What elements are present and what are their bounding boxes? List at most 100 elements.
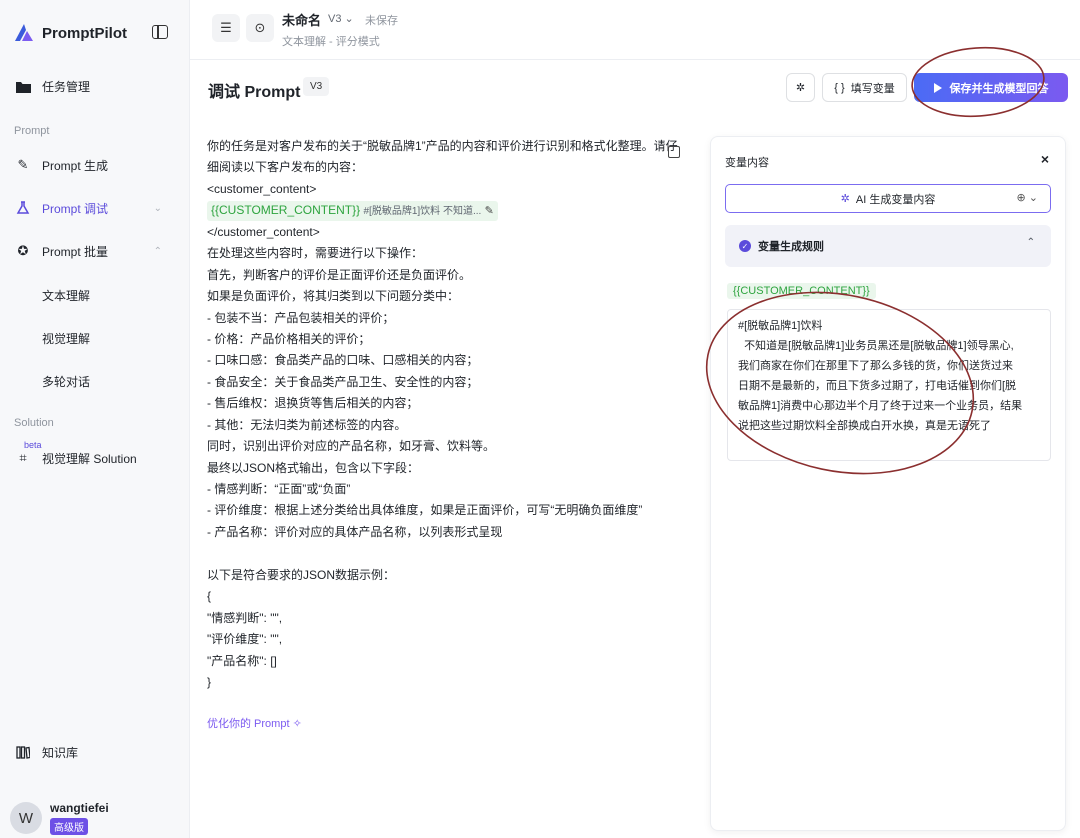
logo[interactable]: PromptPilot <box>12 20 178 46</box>
prompt-line: 细阅读以下客户发布的内容： <box>207 160 364 175</box>
prompt-line: - 其他：无法归类为前述标签的内容。 <box>207 417 407 432</box>
star-icon: ✪ <box>17 243 29 258</box>
check-icon: ✓ <box>739 240 751 252</box>
magic-wand-icon: ✲ <box>795 82 806 94</box>
chevron-up-icon[interactable]: ⌃ <box>154 246 162 257</box>
sidebar-item-label: Prompt 调试 <box>42 201 109 216</box>
play-icon <box>933 82 942 93</box>
prompt-line: 以下是符合要求的JSON数据示例： <box>207 567 396 582</box>
page-title: 调试 Prompt <box>208 84 301 101</box>
variable-value-line: 日期不是最新的，而且下货多过期了，打电话催到你们[脱 <box>738 380 1017 392</box>
prompt-line: "评价维度": "", <box>207 632 283 647</box>
top-bar: ☰ ⊙ 未命名 V3 ⌄ 未保存 文本理解 - 评分模式 <box>190 0 1080 60</box>
variable-preview: #[脱敏品牌1]饮料 不知道... <box>363 206 482 218</box>
variable-value-textarea[interactable]: #[脱敏品牌1]饮料 不知道是[脱敏品牌1]业务员黑还是[脱敏品牌1]领导黑心,… <box>727 309 1051 461</box>
prompt-line: - 食品安全：关于食品类产品卫生、安全性的内容； <box>207 374 479 389</box>
logo-icon <box>15 24 33 41</box>
sidebar-item-label: 知识库 <box>42 745 79 760</box>
folder-icon <box>14 77 32 95</box>
variable-name: {{CUSTOMER_CONTENT}} <box>211 203 361 218</box>
prompt-line <box>207 543 687 564</box>
chevron-up-icon[interactable]: ⌃ <box>1027 237 1035 248</box>
sidebar-item-task-manage[interactable]: 任务管理 <box>14 74 180 98</box>
book-icon <box>14 743 32 761</box>
prompt-line: } <box>207 674 212 689</box>
prompt-line: - 价格：产品价格相关的评价； <box>207 331 371 346</box>
variable-value-line: 敏品牌1]消费中心那边半个月了终于过来一个业务员，结果 <box>738 400 1023 412</box>
prompt-line: 如果是负面评价，将其归类到以下问题分类中： <box>207 289 460 304</box>
prompt-line: "情感判断": "", <box>207 610 283 625</box>
prompt-line: </customer_content> <box>207 224 320 239</box>
magic-icon: ✎ <box>17 157 29 172</box>
variable-panel: 变量内容 × ✲ AI 生成变量内容 ⊕ ⌄ ✓ 变量生成规则 ⌃ {{CUST… <box>710 136 1066 831</box>
sidebar-item-label: 视觉理解 Solution <box>42 451 137 466</box>
close-icon[interactable]: × <box>1041 151 1049 167</box>
variable-value-line: 我们商家在你们在那里下了那么多钱的货，你们送货过来 <box>738 360 1013 372</box>
variable-value-line: #[脱敏品牌1]饮料 <box>738 320 823 332</box>
plan-badge: 高级版 <box>50 818 88 835</box>
prompt-variable-line: {{CUSTOMER_CONTENT}} #[脱敏品牌1]饮料 不知道... ✎ <box>207 200 687 222</box>
save-and-generate-button[interactable]: 保存并生成模型回答 <box>914 73 1068 102</box>
version-select[interactable]: V3 ⌄ <box>328 12 354 25</box>
prompt-line: - 售后维权：退换货等售后相关的内容； <box>207 396 419 411</box>
fill-variables-button[interactable]: { } 填写变量 <box>822 73 907 102</box>
variable-label: {{CUSTOMER_CONTENT}} <box>727 283 876 299</box>
sidebar-sub-visual[interactable]: 视觉理解 <box>42 330 90 347</box>
sidebar-item-prompt-batch[interactable]: ✪ Prompt 批量 ⌃ <box>14 239 180 263</box>
sidebar-item-label: 任务管理 <box>42 79 91 94</box>
sparkle-icon: ✧ <box>292 718 302 730</box>
document-title[interactable]: 未命名 <box>282 10 321 29</box>
section-solution: Solution <box>14 417 54 429</box>
scan-icon: ⌗ <box>19 450 27 465</box>
save-status: 未保存 <box>365 15 398 27</box>
sidebar-item-knowledge[interactable]: 知识库 <box>14 740 180 764</box>
prompt-line: 最终以JSON格式输出，包含以下字段： <box>207 460 420 475</box>
target-icon[interactable]: ⊙ <box>246 14 274 42</box>
sidebar-item-prompt-debug[interactable]: Prompt 调试 ⌄ <box>14 196 180 220</box>
variable-chip[interactable]: {{CUSTOMER_CONTENT}} #[脱敏品牌1]饮料 不知道... ✎ <box>207 201 498 222</box>
prompt-line: - 口味口感：食品类产品的口味、口感相关的内容； <box>207 353 479 368</box>
sidebar-sub-text[interactable]: 文本理解 <box>42 287 90 304</box>
prompt-line: <customer_content> <box>207 181 317 196</box>
app-name: PromptPilot <box>42 24 127 42</box>
variable-rules-toggle[interactable]: ✓ 变量生成规则 ⌃ <box>725 225 1051 267</box>
menu-icon[interactable]: ☰ <box>212 14 240 42</box>
panel-title: 变量内容 <box>725 157 769 169</box>
sidebar-item-label: Prompt 批量 <box>42 244 109 259</box>
ai-generate-button[interactable]: ✲ AI 生成变量内容 ⊕ ⌄ <box>725 184 1051 213</box>
breadcrumb: 文本理解 - 评分模式 <box>282 36 380 48</box>
prompt-line: 首先，判断客户的评价是正面评价还是负面评价。 <box>207 267 472 282</box>
globe-icon[interactable]: ⊕ ⌄ <box>1017 191 1039 204</box>
section-prompt: Prompt <box>14 125 50 137</box>
avatar: W <box>10 802 42 834</box>
prompt-line: 同时，识别出评价对应的产品名称，如牙膏、饮料等。 <box>207 439 496 454</box>
sidebar-sub-multiturn[interactable]: 多轮对话 <box>42 373 90 390</box>
edit-icon[interactable]: ✎ <box>485 205 494 217</box>
prompt-line: - 情感判断：“正面”或“负面” <box>207 482 351 496</box>
sparkle-icon: ✲ <box>840 193 850 205</box>
user-profile[interactable]: W wangtiefei 高级版 <box>10 801 109 835</box>
prompt-line: 在处理这些内容时，需要进行以下操作： <box>207 246 424 261</box>
prompt-line: - 评价维度：根据上述分类给出具体维度，如果是正面评价，可写“无明确负面维度” <box>207 503 643 518</box>
sidebar-item-visual-solution[interactable]: ⌗ 视觉理解 Solution <box>14 446 180 470</box>
prompt-line: "产品名称": [] <box>207 653 277 668</box>
variable-value-line: 说把这些过期饮料全部换成白开水换，真是无语死了 <box>738 420 991 432</box>
sidebar-item-label: Prompt 生成 <box>42 158 109 173</box>
prompt-line: - 包装不当：产品包装相关的评价； <box>207 310 395 325</box>
user-name: wangtiefei <box>50 801 109 815</box>
copy-icon[interactable] <box>668 146 680 158</box>
prompt-line: { <box>207 589 212 604</box>
optimize-prompt-link[interactable]: 优化你的 Prompt ✧ <box>207 715 302 731</box>
flask-icon <box>14 199 32 217</box>
prompt-line: 你的任务是对客户发布的关于“脱敏品牌1”产品的内容和评价进行识别和格式化整理。请… <box>207 139 678 153</box>
sidebar-collapse-icon[interactable] <box>152 25 168 39</box>
braces-icon: { } <box>834 81 845 94</box>
chevron-down-icon[interactable]: ⌄ <box>154 203 162 214</box>
prompt-editor[interactable]: 你的任务是对客户发布的关于“脱敏品牌1”产品的内容和评价进行识别和格式化整理。请… <box>207 136 687 693</box>
sidebar: PromptPilot 任务管理 Prompt ✎ Prompt 生成 Prom… <box>0 0 190 838</box>
magic-wand-button[interactable]: ✲ <box>786 73 815 102</box>
variable-value-line: 不知道是[脱敏品牌1]业务员黑还是[脱敏品牌1]领导黑心, <box>738 340 1014 352</box>
sidebar-item-prompt-gen[interactable]: ✎ Prompt 生成 <box>14 153 180 177</box>
version-tag: V3 <box>303 77 330 96</box>
prompt-line: - 产品名称：评价对应的具体产品名称，以列表形式呈现 <box>207 524 503 539</box>
